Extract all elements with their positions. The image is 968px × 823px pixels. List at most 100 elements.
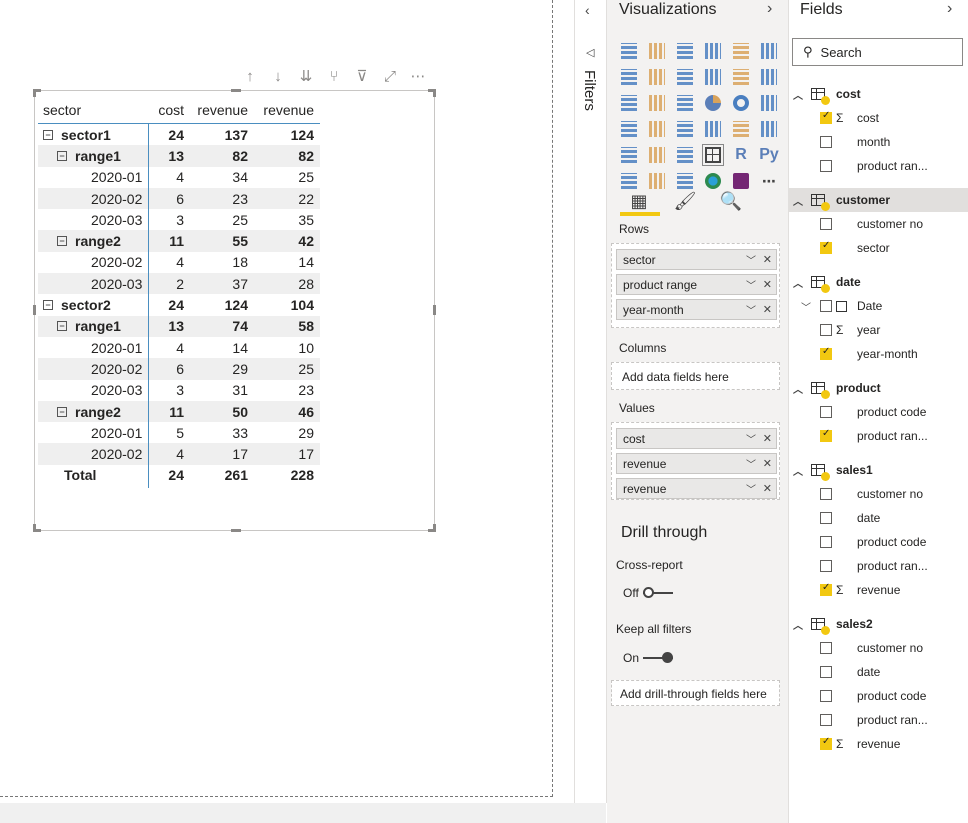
value-cell[interactable]: 24 — [148, 465, 184, 486]
resize-corner[interactable] — [33, 524, 41, 532]
table-node-sales2[interactable]: ︿ sales2 — [789, 612, 968, 636]
value-cell[interactable]: 5 — [148, 422, 184, 443]
matrix-row[interactable]: 2020-01 4 14 10 — [38, 337, 320, 358]
collapse-toggle-icon[interactable]: − — [57, 150, 67, 161]
remove-icon[interactable]: ✕ — [763, 457, 772, 470]
row-header[interactable]: 2020-02 — [38, 358, 148, 379]
line-column-visual-icon[interactable] — [699, 64, 727, 90]
field-item[interactable]: product code — [789, 530, 968, 554]
field-checkbox[interactable] — [820, 666, 832, 678]
value-cell[interactable]: 14 — [248, 252, 314, 273]
row-header[interactable]: 2020-02 — [38, 252, 148, 273]
collapse-toggle-icon[interactable]: − — [43, 129, 53, 140]
scatter-visual-icon[interactable] — [671, 90, 699, 116]
value-cell[interactable]: 3 — [148, 380, 184, 401]
field-item[interactable]: customer no — [789, 212, 968, 236]
line-visual-icon[interactable] — [615, 64, 643, 90]
value-cell[interactable]: 13 — [148, 145, 184, 166]
value-cell[interactable]: 24 — [148, 294, 184, 315]
multi-row-card-visual-icon[interactable] — [755, 116, 783, 142]
filter-icon[interactable]: ⊽ — [348, 66, 376, 86]
value-cell[interactable]: 14 — [184, 337, 248, 358]
value-cell[interactable]: 6 — [148, 358, 184, 379]
clustered-bar-visual-icon[interactable] — [671, 38, 699, 64]
drill-through-well[interactable]: Add drill-through fields here — [611, 680, 780, 706]
slicer-visual-icon[interactable] — [643, 142, 671, 168]
field-checkbox[interactable] — [820, 110, 832, 124]
collapse-toggle-icon[interactable]: − — [57, 321, 67, 332]
value-cell[interactable]: 25 — [248, 358, 314, 379]
rows-field-pill[interactable]: year-month ﹀ ✕ — [616, 299, 777, 320]
row-header[interactable]: 2020-01 — [38, 167, 148, 188]
field-checkbox[interactable] — [820, 488, 832, 500]
value-cell[interactable]: 22 — [248, 188, 314, 209]
more-options-icon[interactable]: ⋯ — [404, 66, 432, 86]
stacked-area-visual-icon[interactable] — [671, 64, 699, 90]
chevron-down-icon[interactable]: ﹀ — [746, 252, 756, 267]
matrix-row[interactable]: − sector2 24 124 104 — [38, 294, 320, 315]
row-header[interactable]: − range2 — [38, 401, 148, 422]
value-cell[interactable]: 11 — [148, 230, 184, 251]
value-cell[interactable]: 17 — [248, 443, 314, 464]
field-item[interactable]: date — [789, 660, 968, 684]
field-item[interactable]: year-month — [789, 342, 968, 366]
remove-icon[interactable]: ✕ — [763, 303, 772, 316]
field-item[interactable]: ﹀ Date — [789, 294, 968, 318]
field-checkbox[interactable] — [820, 736, 832, 750]
field-item[interactable]: Σyear — [789, 318, 968, 342]
value-cell[interactable]: 42 — [248, 230, 314, 251]
filled-map-visual-icon[interactable] — [643, 116, 671, 142]
table-node-cost[interactable]: ︿ cost — [789, 82, 968, 106]
value-cell[interactable]: 18 — [184, 252, 248, 273]
value-cell[interactable]: 35 — [248, 209, 314, 230]
matrix-row[interactable]: 2020-03 2 37 28 — [38, 273, 320, 295]
value-cell[interactable]: 50 — [184, 401, 248, 422]
chevron-down-icon[interactable]: ﹀ — [746, 456, 756, 471]
funnel-visual-icon[interactable] — [643, 90, 671, 116]
field-item[interactable]: Σrevenue — [789, 578, 968, 602]
field-checkbox[interactable] — [820, 714, 832, 726]
value-cell[interactable]: 24 — [148, 124, 184, 145]
cross-report-toggle[interactable]: Off — [623, 586, 673, 600]
field-item[interactable]: product code — [789, 684, 968, 708]
field-checkbox[interactable] — [820, 240, 832, 254]
field-item[interactable]: customer no — [789, 636, 968, 660]
field-checkbox[interactable] — [820, 428, 832, 442]
field-checkbox[interactable] — [820, 324, 832, 336]
field-checkbox[interactable] — [820, 406, 832, 418]
resize-corner[interactable] — [428, 524, 436, 532]
stacked-bar-visual-icon[interactable] — [615, 38, 643, 64]
field-item[interactable]: Σrevenue — [789, 732, 968, 756]
chevron-down-icon[interactable]: ﹀ — [746, 277, 756, 292]
value-cell[interactable]: 10 — [248, 337, 314, 358]
gauge-visual-icon[interactable] — [699, 116, 727, 142]
row-header[interactable]: − range1 — [38, 145, 148, 166]
analytics-tab-icon[interactable]: 🔍 — [713, 186, 749, 216]
column-header[interactable]: revenue — [248, 94, 314, 123]
value-cell[interactable]: 137 — [184, 124, 248, 145]
row-header[interactable]: − sector2 — [38, 294, 148, 315]
value-cell[interactable]: 29 — [248, 422, 314, 443]
column-header[interactable]: sector — [38, 94, 148, 123]
matrix-row[interactable]: 2020-02 4 17 17 — [38, 443, 320, 465]
matrix-row[interactable]: 2020-02 6 29 25 — [38, 358, 320, 380]
expand-all-icon[interactable]: ⇊ — [292, 66, 320, 86]
field-checkbox[interactable] — [820, 136, 832, 148]
field-checkbox[interactable] — [820, 512, 832, 524]
value-cell[interactable]: 2 — [148, 273, 184, 294]
remove-icon[interactable]: ✕ — [763, 253, 772, 266]
rows-well[interactable]: sector ﹀ ✕ product range ﹀ ✕ year-month ﹀ ✕ — [611, 243, 780, 328]
table-node-date[interactable]: ︿ date — [789, 270, 968, 294]
chevron-up-icon[interactable]: ︿ — [793, 381, 803, 396]
field-checkbox[interactable] — [820, 346, 832, 360]
remove-icon[interactable]: ✕ — [763, 278, 772, 291]
shape-map-visual-icon[interactable] — [671, 116, 699, 142]
value-cell[interactable]: 124 — [184, 294, 248, 315]
value-cell[interactable]: 4 — [148, 443, 184, 464]
field-item[interactable]: date — [789, 506, 968, 530]
resize-handle[interactable] — [231, 89, 241, 92]
expand-hierarchy-icon[interactable]: ⑂ — [320, 66, 348, 86]
value-cell[interactable]: 58 — [248, 316, 314, 337]
chevron-down-icon[interactable]: ﹀ — [801, 299, 811, 314]
area-visual-icon[interactable] — [643, 64, 671, 90]
